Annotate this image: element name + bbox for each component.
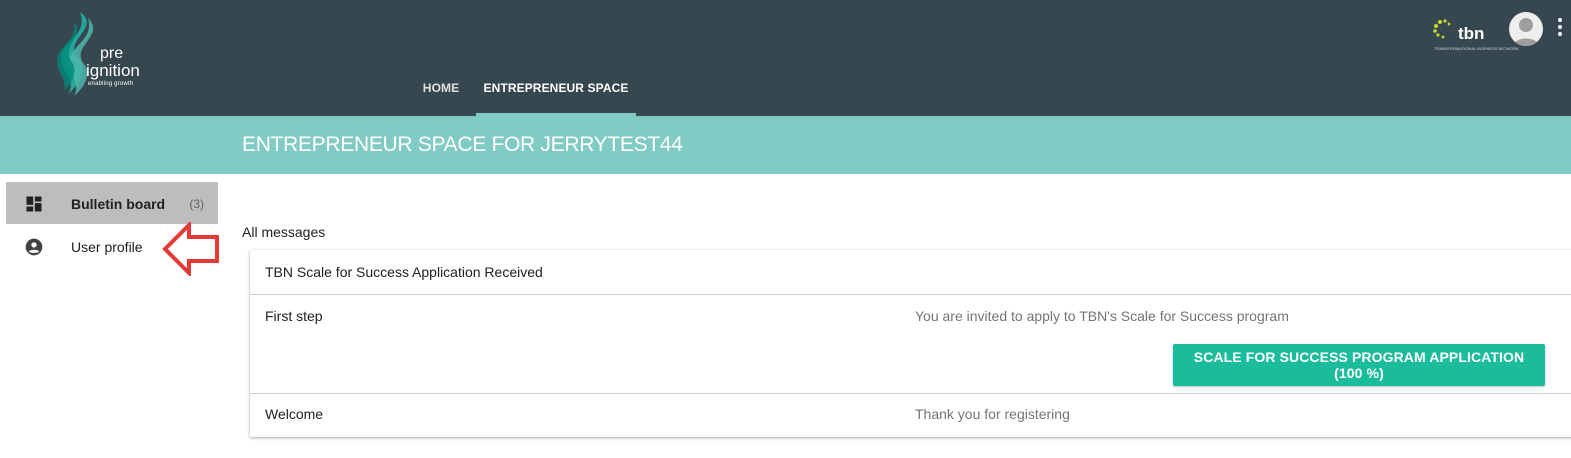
tbn-dots-icon (1433, 19, 1451, 39)
bulletin-count-badge: (3) (189, 197, 204, 211)
annotation-arrow-icon (162, 222, 219, 276)
logo-text-ignition: ignition (86, 61, 140, 80)
logo-tagline: enabling growth (88, 81, 134, 87)
tbn-logo[interactable]: tbn TRANSFORMATIONAL BUSINESS NETWORK (1432, 18, 1519, 52)
dashboard-icon (26, 196, 42, 212)
logo-text-pre: pre (100, 45, 124, 62)
user-avatar[interactable] (1509, 12, 1543, 46)
scale-for-success-application-button[interactable]: SCALE FOR SUCCESS PROGRAM APPLICATION (1… (1173, 344, 1545, 386)
message-text: Thank you for registering (915, 406, 1070, 422)
more-menu-icon[interactable] (1556, 18, 1564, 40)
tab-entrepreneur-space[interactable]: ENTREPRENEUR SPACE (476, 0, 636, 116)
messages-card: TBN Scale for Success Application Receiv… (250, 250, 1571, 437)
message-title: Welcome (265, 406, 324, 422)
tbn-logo-tagline: TRANSFORMATIONAL BUSINESS NETWORK (1434, 46, 1519, 51)
tbn-logo-text: tbn (1458, 24, 1485, 43)
message-header-title: TBN Scale for Success Application Receiv… (265, 264, 543, 280)
pre-ignition-logo[interactable]: pre ignition enabling growth (50, 10, 150, 98)
message-row-welcome: Welcome Thank you for registering (250, 394, 1571, 437)
sidebar: Bulletin board (3) User profile (0, 174, 226, 458)
page-title: ENTREPRENEUR SPACE FOR JERRYTEST44 (242, 133, 683, 156)
top-app-bar: pre ignition enabling growth HOME ENTREP… (0, 0, 1571, 116)
message-title: First step (265, 308, 323, 324)
sidebar-item-bulletin-board[interactable]: Bulletin board (3) (6, 182, 218, 224)
sidebar-item-label: User profile (71, 239, 143, 255)
tab-entrepreneur-space-label: ENTREPRENEUR SPACE (483, 81, 629, 95)
message-text: You are invited to apply to TBN's Scale … (915, 308, 1289, 324)
tab-home[interactable]: HOME (410, 0, 472, 116)
message-header-row: TBN Scale for Success Application Receiv… (250, 250, 1571, 295)
sidebar-item-label: Bulletin board (71, 196, 166, 212)
person-icon (1513, 18, 1539, 46)
message-row-first-step: First step You are invited to apply to T… (250, 295, 1571, 394)
page-banner: ENTREPRENEUR SPACE FOR JERRYTEST44 (0, 116, 1571, 174)
section-heading-all-messages: All messages (242, 224, 326, 240)
tab-home-label: HOME (422, 81, 460, 95)
account-circle-icon (25, 238, 43, 256)
